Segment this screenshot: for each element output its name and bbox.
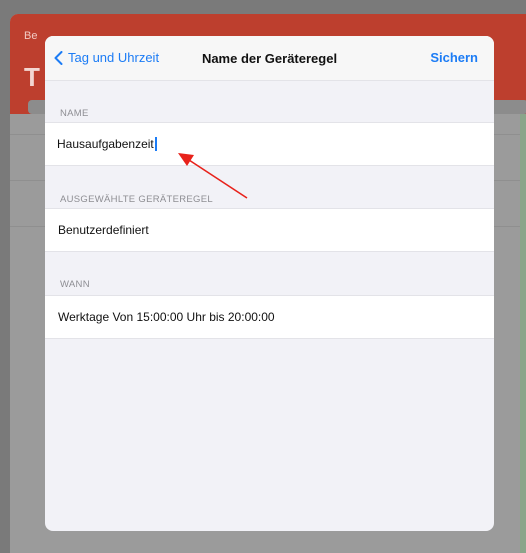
name-input-value: Hausaufgabenzeit (57, 137, 154, 151)
when-cell[interactable]: Werktage Von 15:00:00 Uhr bis 20:00:00 (45, 295, 494, 339)
selected-rule-cell[interactable]: Benutzerdefiniert (45, 208, 494, 252)
rule-section-header: AUSGEWÄHLTE GERÄTEREGEL (60, 194, 213, 205)
chevron-left-icon (54, 50, 63, 65)
when-section-header: WANN (60, 279, 90, 290)
name-section-header: NAME (60, 108, 89, 119)
when-value: Werktage Von 15:00:00 Uhr bis 20:00:00 (58, 310, 275, 324)
save-button[interactable]: Sichern (430, 50, 478, 65)
navigation-bar: Tag und Uhrzeit Name der Geräteregel Sic… (45, 36, 494, 81)
background-green-strip (520, 114, 526, 553)
back-button-label: Tag und Uhrzeit (68, 50, 160, 65)
name-field-cell[interactable]: Hausaufgabenzeit (45, 122, 494, 166)
text-caret (154, 137, 157, 151)
rule-name-sheet: Tag und Uhrzeit Name der Geräteregel Sic… (45, 36, 494, 531)
selected-rule-value: Benutzerdefiniert (58, 223, 149, 237)
name-input[interactable]: Hausaufgabenzeit (57, 137, 157, 151)
background-title: T (24, 62, 40, 92)
back-button[interactable]: Tag und Uhrzeit (54, 50, 159, 65)
background-back-label: Be (24, 30, 38, 42)
